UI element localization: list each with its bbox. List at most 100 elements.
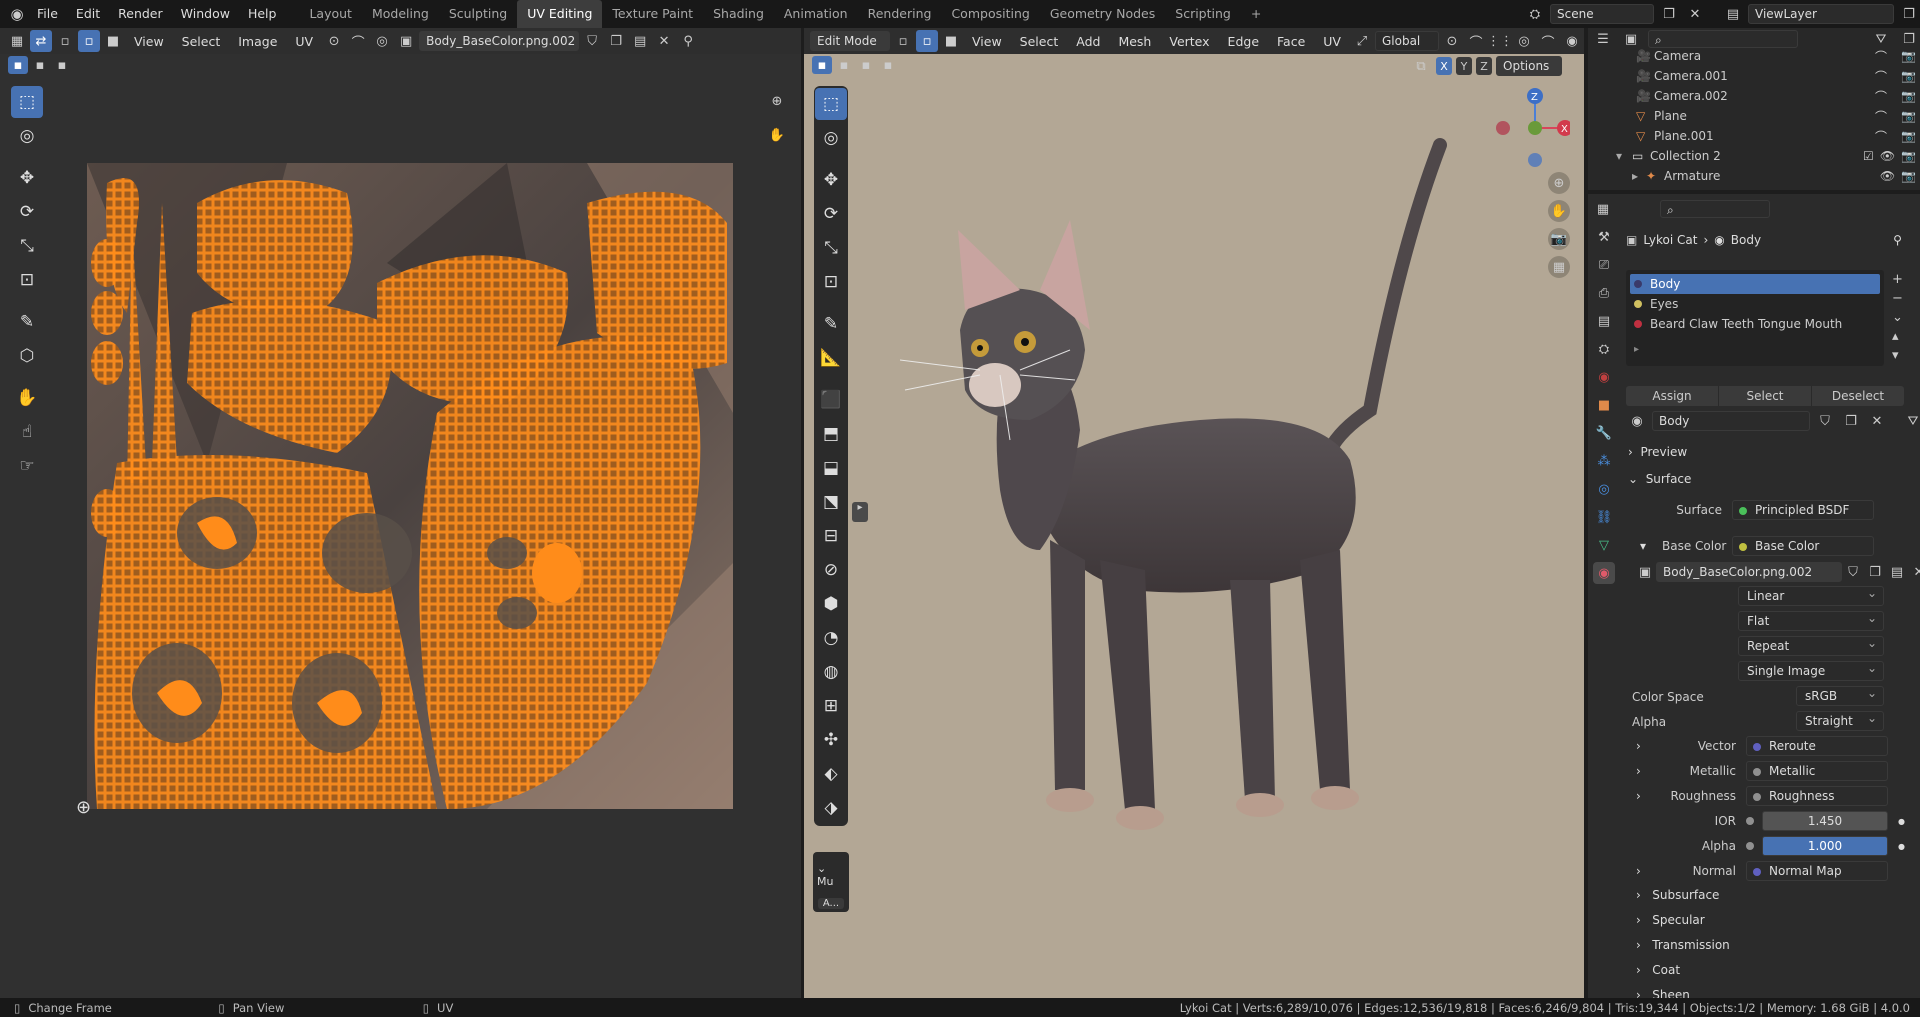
cat-model[interactable]	[900, 130, 1480, 850]
vp-menu-vertex[interactable]: Vertex	[1161, 34, 1217, 49]
vp-cursor-icon[interactable]: ◎	[815, 122, 847, 154]
vp-select-subtract-icon[interactable]: ▪	[856, 56, 876, 74]
blender-logo-icon[interactable]: ◉	[6, 3, 28, 25]
render-icon[interactable]: 📷	[1901, 49, 1916, 63]
tab-sculpting[interactable]: Sculpting	[439, 0, 517, 28]
view-layer-icon[interactable]: ▤	[1722, 3, 1744, 25]
expand-icon[interactable]: ›	[1636, 739, 1656, 753]
expand-icon[interactable]: ▾	[1640, 539, 1662, 553]
render-icon[interactable]: 📷	[1901, 69, 1916, 83]
uv-menu-uv[interactable]: UV	[287, 34, 321, 49]
inset-icon[interactable]: ⬓	[815, 452, 847, 484]
editor-type-icon[interactable]: ▦	[6, 30, 28, 52]
fake-user-icon[interactable]: ⛉	[1814, 410, 1836, 432]
render-icon[interactable]: 📷	[1901, 109, 1916, 123]
expand-icon[interactable]: ›	[1636, 764, 1656, 778]
menu-file[interactable]: File	[28, 0, 67, 28]
vp-menu-edge[interactable]: Edge	[1220, 34, 1267, 49]
outliner-armature[interactable]: ▸ ✦ Armature 👁 📷	[1592, 166, 1916, 186]
image-browse-icon[interactable]: ▣	[1634, 561, 1656, 583]
browse-material-icon[interactable]: ◉	[1626, 410, 1648, 432]
vp-menu-view[interactable]: View	[964, 34, 1010, 49]
assign-button[interactable]: Assign	[1626, 386, 1719, 406]
side-panel-tab[interactable]: ⌄ Mu	[813, 852, 849, 898]
select-subtract-icon[interactable]: ▪	[52, 56, 72, 74]
render-tab-icon[interactable]: ⎚	[1593, 254, 1615, 276]
slot-menu-icon[interactable]: ⌄	[1892, 310, 1903, 325]
hide-icon[interactable]: ⌒	[1875, 48, 1887, 65]
new-image-icon[interactable]: ❐	[605, 30, 627, 52]
transmission-section[interactable]: › Transmission	[1636, 938, 1730, 952]
specular-section[interactable]: › Specular	[1636, 913, 1705, 927]
menu-help[interactable]: Help	[239, 0, 286, 28]
outliner-item[interactable]: ▽ Plane ⌒ 📷	[1592, 106, 1916, 126]
move-up-icon[interactable]: ▴	[1892, 329, 1903, 344]
output-tab-icon[interactable]: ⎙	[1593, 282, 1615, 304]
keyframe-dot-icon[interactable]: ●	[1898, 817, 1905, 826]
checkbox-icon[interactable]: ☑	[1863, 149, 1874, 163]
fake-user-icon[interactable]: ⛉	[1842, 561, 1864, 583]
spin-icon[interactable]: ◔	[815, 622, 847, 654]
add-cube-icon[interactable]: ⬛	[815, 384, 847, 416]
scene-tab-icon[interactable]: ⛭	[1593, 338, 1615, 360]
visibility-icon[interactable]: 👁	[1880, 149, 1895, 163]
menu-edit[interactable]: Edit	[67, 0, 109, 28]
edge-select-icon[interactable]: ▫	[78, 30, 100, 52]
uv-sync-icon[interactable]: ⇄	[30, 30, 52, 52]
expand-icon[interactable]: ▾	[1616, 149, 1632, 163]
tab-uv-editing[interactable]: UV Editing	[517, 0, 603, 28]
rip-tool-icon[interactable]: ⬡	[11, 340, 43, 372]
open-image-icon[interactable]: ▤	[1886, 561, 1908, 583]
rotate-tool-icon[interactable]: ⟳	[11, 196, 43, 228]
surface-panel-header[interactable]: ⌄ Surface	[1628, 472, 1691, 486]
tab-animation[interactable]: Animation	[774, 0, 858, 28]
unlink-image-icon[interactable]: ✕	[653, 30, 675, 52]
view-layer-tab-icon[interactable]: ▤	[1593, 310, 1615, 332]
duplicate-icon[interactable]: ❐	[1840, 410, 1862, 432]
vp-menu-uv[interactable]: UV	[1315, 34, 1349, 49]
vp-pan-icon[interactable]: ✋	[1548, 200, 1570, 222]
data-tab-icon[interactable]: ▽	[1593, 534, 1615, 556]
tab-layout[interactable]: Layout	[299, 0, 362, 28]
select-extend-icon[interactable]: ▪	[30, 56, 50, 74]
mirror-icon[interactable]: ⧉	[1410, 55, 1432, 77]
camera-view-icon[interactable]: 📷	[1548, 228, 1570, 250]
face-mode-icon[interactable]: ■	[940, 30, 962, 52]
side-panel-button[interactable]: A...	[818, 898, 844, 909]
transform-tool-icon[interactable]: ⊡	[11, 264, 43, 296]
scale-tool-icon[interactable]: ⤡	[11, 230, 43, 262]
overlay-visibility-icon[interactable]: ◉	[1561, 30, 1583, 52]
vertex-mode-icon[interactable]: ▫	[892, 30, 914, 52]
uv-texture-canvas[interactable]	[87, 163, 733, 809]
snap-toggle-icon[interactable]: ⌒	[1465, 30, 1487, 52]
edge-mode-icon[interactable]: ▫	[916, 30, 938, 52]
move-down-icon[interactable]: ▾	[1892, 348, 1903, 363]
vp-measure-icon[interactable]: 📐	[815, 342, 847, 374]
vertex-select-icon[interactable]: ▫	[54, 30, 76, 52]
uv-menu-view[interactable]: View	[126, 34, 172, 49]
menu-render[interactable]: Render	[109, 0, 172, 28]
image-texture-field[interactable]: Body_BaseColor.png.002	[1656, 562, 1842, 582]
vp-move-icon[interactable]: ✥	[815, 164, 847, 196]
tab-compositing[interactable]: Compositing	[941, 0, 1039, 28]
view-layer-field[interactable]: ViewLayer	[1748, 4, 1894, 24]
alpha-slider[interactable]: 1.000	[1762, 836, 1888, 856]
uv-menu-image[interactable]: Image	[230, 34, 285, 49]
orientation-dropdown[interactable]: Global	[1374, 31, 1439, 51]
object-tab-icon[interactable]: ■	[1593, 394, 1615, 416]
vp-select-extend-icon[interactable]: ▪	[834, 56, 854, 74]
sheen-section[interactable]: › Sheen	[1636, 988, 1690, 998]
edge-slide-icon[interactable]: ⊞	[815, 690, 847, 722]
render-icon[interactable]: 📷	[1901, 89, 1916, 103]
scene-field[interactable]: Scene	[1550, 4, 1654, 24]
tab-rendering[interactable]: Rendering	[858, 0, 942, 28]
pan-hand-icon[interactable]: ✋	[766, 124, 788, 146]
ior-input[interactable]: 1.450	[1762, 811, 1888, 831]
proportional-edit-icon[interactable]: ◎	[371, 30, 393, 52]
keyframe-dot-icon[interactable]: ●	[1898, 842, 1905, 851]
roughness-field[interactable]: Roughness	[1746, 786, 1888, 806]
loop-cut-icon[interactable]: ⊟	[815, 520, 847, 552]
hide-icon[interactable]: ⌒	[1875, 88, 1887, 105]
vp-zoom-icon[interactable]: ⊕	[1548, 172, 1570, 194]
open-image-icon[interactable]: ▤	[629, 30, 651, 52]
